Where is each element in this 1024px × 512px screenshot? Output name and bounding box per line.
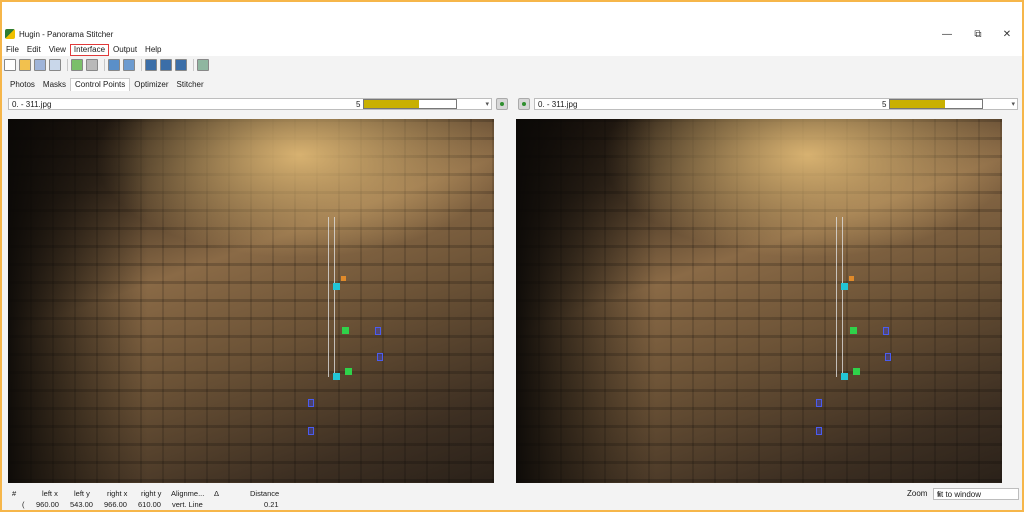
window-title: Hugin - Panorama Stitcher: [19, 29, 114, 39]
tab-bar: Photos Masks Control Points Optimizer St…: [2, 77, 208, 91]
table-cell[interactable]: 960.00: [36, 500, 59, 510]
add-time-series-icon[interactable]: [123, 59, 135, 71]
control-point[interactable]: [849, 276, 854, 281]
control-point[interactable]: [375, 327, 381, 335]
menu-interface[interactable]: Interface: [69, 44, 110, 56]
toolbar-separator: [67, 59, 68, 71]
table-cell[interactable]: (: [22, 500, 25, 510]
column-header[interactable]: left x: [42, 489, 58, 499]
menu-bar: File Edit View Interface Output Help: [2, 44, 1022, 56]
column-header[interactable]: left y: [74, 489, 90, 499]
right-progress-fill: [890, 100, 946, 108]
toolbar-separator: [193, 59, 194, 71]
tab-optimizer[interactable]: Optimizer: [130, 79, 172, 91]
column-header[interactable]: Δ: [214, 489, 219, 499]
menu-edit[interactable]: Edit: [23, 44, 45, 56]
right-image-select-value: 0. - 311.jpg: [538, 100, 578, 109]
save-icon[interactable]: [34, 59, 46, 71]
zoom-select[interactable]: fit to window ▾: [933, 488, 1019, 500]
table-cell[interactable]: 0.21: [264, 500, 279, 510]
chevron-down-icon[interactable]: ▾: [937, 489, 1016, 500]
control-point[interactable]: [333, 283, 340, 290]
left-progress-number: 5: [356, 100, 361, 109]
chevron-down-icon[interactable]: ▾: [1011, 99, 1015, 110]
redo-icon[interactable]: [86, 59, 98, 71]
toolbar-separator: [141, 59, 142, 71]
menu-view[interactable]: View: [45, 44, 70, 56]
table-cell[interactable]: 543.00: [70, 500, 93, 510]
tab-stitcher[interactable]: Stitcher: [173, 79, 208, 91]
top-band: [2, 2, 1022, 24]
column-header[interactable]: Alignme...: [171, 489, 204, 499]
restore-button[interactable]: ⧉: [963, 24, 993, 44]
left-image-canvas[interactable]: [8, 119, 494, 483]
column-header[interactable]: right y: [141, 489, 161, 499]
column-header[interactable]: right x: [107, 489, 127, 499]
menu-help[interactable]: Help: [141, 44, 165, 56]
column-header[interactable]: #: [12, 489, 16, 499]
screenshot-frame: Hugin - Panorama Stitcher — ⧉ ✕ File Edi…: [2, 2, 1022, 510]
toolbar-separator: [104, 59, 105, 71]
menu-output[interactable]: Output: [109, 44, 141, 56]
left-progress-bar: [363, 99, 457, 109]
menu-file[interactable]: File: [2, 44, 23, 56]
control-point[interactable]: [885, 353, 891, 361]
stitch-icon[interactable]: [175, 59, 187, 71]
table-cell[interactable]: vert. Line: [172, 500, 203, 510]
control-point[interactable]: [333, 373, 340, 380]
add-images-icon[interactable]: [108, 59, 120, 71]
control-point[interactable]: [883, 327, 889, 335]
control-line: [842, 217, 843, 377]
control-point[interactable]: [850, 327, 857, 334]
right-progress-bar: [889, 99, 983, 109]
add-point-left-button[interactable]: [496, 98, 508, 110]
table-cell[interactable]: 610.00: [138, 500, 161, 510]
control-point[interactable]: [816, 427, 822, 435]
align-icon[interactable]: [160, 59, 172, 71]
left-progress-fill: [364, 100, 420, 108]
tab-masks[interactable]: Masks: [39, 79, 70, 91]
table-cell[interactable]: 966.00: [104, 500, 127, 510]
close-button[interactable]: ✕: [992, 24, 1022, 44]
control-point[interactable]: [841, 373, 848, 380]
title-bar: Hugin - Panorama Stitcher — ⧉ ✕: [2, 24, 1022, 44]
right-image-select[interactable]: 0. - 311.jpg 5 ▾: [534, 98, 1018, 110]
save-as-icon[interactable]: [49, 59, 61, 71]
tab-control-points[interactable]: Control Points: [70, 78, 131, 91]
control-point[interactable]: [816, 399, 822, 407]
hugin-app-icon: [5, 29, 15, 39]
control-point[interactable]: [841, 283, 848, 290]
left-image-select-value: 0. - 311.jpg: [12, 100, 52, 109]
preview-window-icon[interactable]: [197, 59, 209, 71]
minimize-button[interactable]: —: [932, 24, 962, 44]
undo-icon[interactable]: [71, 59, 83, 71]
shadow-region: [8, 119, 148, 483]
control-point[interactable]: [308, 399, 314, 407]
zoom-label: Zoom: [907, 489, 928, 498]
right-progress-number: 5: [882, 100, 887, 109]
toolbar: [2, 57, 1022, 73]
control-point[interactable]: [345, 368, 352, 375]
open-folder-icon[interactable]: [19, 59, 31, 71]
control-point[interactable]: [308, 427, 314, 435]
control-line: [328, 217, 329, 377]
tab-photos[interactable]: Photos: [6, 79, 39, 91]
column-header[interactable]: Distance: [250, 489, 279, 499]
new-project-icon[interactable]: [4, 59, 16, 71]
app-window: Hugin - Panorama Stitcher — ⧉ ✕ File Edi…: [2, 24, 1022, 510]
right-image-canvas[interactable]: [516, 119, 1002, 483]
control-point[interactable]: [853, 368, 860, 375]
chevron-down-icon[interactable]: ▾: [485, 99, 489, 110]
control-line: [836, 217, 837, 377]
optimize-icon[interactable]: [145, 59, 157, 71]
control-point[interactable]: [377, 353, 383, 361]
control-point-table: # left x left y right x right y Alignme.…: [2, 486, 1022, 510]
shadow-region: [516, 119, 656, 483]
control-point[interactable]: [341, 276, 346, 281]
left-image-select[interactable]: 0. - 311.jpg 5 ▾: [8, 98, 492, 110]
control-line: [334, 217, 335, 377]
add-point-right-button[interactable]: [518, 98, 530, 110]
control-point[interactable]: [342, 327, 349, 334]
